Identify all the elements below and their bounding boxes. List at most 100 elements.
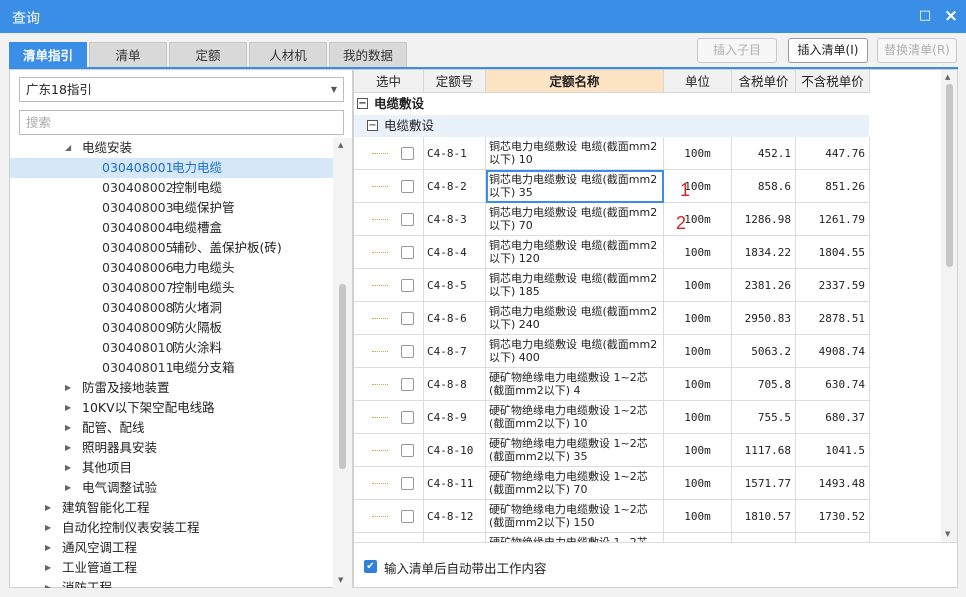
tab-quota[interactable]: 定额 — [169, 42, 247, 68]
cell-unit: 100m — [664, 335, 732, 368]
cell-unit: 100m — [664, 170, 732, 203]
tree-node[interactable]: 030408005 辅砂、盖保护板(砖) — [10, 238, 334, 258]
tree-node[interactable]: 030408010 防火涂料 — [10, 338, 334, 358]
table-row[interactable]: C4-8-4 铜芯电力电缆敷设 电缆(截面mm2以下) 120 100m 1834.2… — [354, 236, 870, 269]
cell-quota-code: C4-8-1 — [424, 137, 486, 170]
caret-right-icon[interactable]: ▶ — [65, 478, 71, 498]
table-row[interactable]: C4-8-9 硬矿物绝缘电力电缆敷设 1~2芯(截面mm2以下) 10 100m 75… — [354, 401, 870, 434]
row-checkbox[interactable] — [401, 411, 414, 424]
insert-child-button[interactable]: 插入子目 — [697, 38, 777, 63]
tree-node[interactable]: 030408003 电缆保护管 — [10, 198, 334, 218]
maximize-icon[interactable]: □ — [916, 7, 934, 25]
tree-node[interactable]: ▶ 照明器具安装 — [10, 438, 334, 458]
tree-node[interactable]: 030408006 电力电缆头 — [10, 258, 334, 278]
table-row[interactable]: C4-8-7 铜芯电力电缆敷设 电缆(截面mm2以下) 400 100m 5063.2… — [354, 335, 870, 368]
scrollbar-thumb[interactable] — [946, 84, 953, 267]
table-row[interactable]: C4-8-2 铜芯电力电缆敷设 电缆(截面mm2以下) 35 100m 858.6 85… — [354, 170, 870, 203]
table-row[interactable]: C4-8-8 硬矿物绝缘电力电缆敷设 1~2芯(截面mm2以下) 4 100m 705… — [354, 368, 870, 401]
left-scrollbar[interactable]: ▲ ▼ — [333, 138, 352, 588]
caret-right-icon[interactable]: ▶ — [45, 498, 51, 518]
caret-right-icon[interactable]: ▶ — [65, 398, 71, 418]
auto-bring-work-content-checkbox[interactable]: ✔ — [364, 560, 377, 573]
caret-right-icon[interactable]: ▶ — [45, 518, 51, 538]
caret-right-icon[interactable]: ▶ — [65, 418, 71, 438]
row-checkbox[interactable] — [401, 246, 414, 259]
caret-down-icon[interactable]: ◢ — [65, 138, 71, 158]
header-select[interactable]: 选中 — [354, 70, 424, 93]
header-quota-name[interactable]: 定额名称 — [486, 70, 664, 93]
collapse-icon[interactable]: − — [357, 98, 368, 109]
tree-connector — [372, 351, 388, 352]
search-input[interactable]: 搜索 — [19, 110, 344, 135]
cell-tax-price: 452.1 — [732, 137, 796, 170]
replace-list-button[interactable]: 替换清单(R) — [877, 38, 957, 63]
group-row-level1[interactable]: − 电缆敷设 — [354, 93, 869, 115]
row-checkbox[interactable] — [401, 312, 414, 325]
cell-notax-price: 680.37 — [796, 401, 870, 434]
group-row-level2[interactable]: − 电缆敷设 — [354, 115, 869, 137]
tree-node[interactable]: ▶ 防雷及接地装置 — [10, 378, 334, 398]
annotation-2: 2 — [676, 213, 687, 233]
tree-node[interactable]: 030408007 控制电缆头 — [10, 278, 334, 298]
tree-node[interactable]: ◢ 电缆安装 — [10, 138, 334, 158]
tree-node[interactable]: ▶ 建筑智能化工程 — [10, 498, 334, 518]
scroll-down-icon[interactable]: ▼ — [945, 530, 950, 538]
footer-bar: ✔ 输入清单后自动带出工作内容 — [354, 542, 957, 587]
tree-node[interactable]: ▶ 电气调整试验 — [10, 478, 334, 498]
caret-right-icon[interactable]: ▶ — [65, 378, 71, 398]
row-checkbox[interactable] — [401, 378, 414, 391]
caret-right-icon[interactable]: ▶ — [65, 438, 71, 458]
tree-node[interactable]: ▶ 自动化控制仪表安装工程 — [10, 518, 334, 538]
scrollbar-thumb[interactable] — [339, 284, 346, 469]
scroll-up-icon[interactable]: ▲ — [338, 141, 343, 149]
row-checkbox[interactable] — [401, 477, 414, 490]
table-row[interactable]: C4-8-6 铜芯电力电缆敷设 电缆(截面mm2以下) 240 100m 2950.8… — [354, 302, 870, 335]
caret-right-icon[interactable]: ▶ — [45, 578, 51, 588]
tree-node[interactable]: 030408011 电缆分支箱 — [10, 358, 334, 378]
scroll-up-icon[interactable]: ▲ — [945, 73, 950, 81]
auto-bring-work-content-label: 输入清单后自动带出工作内容 — [384, 561, 547, 576]
row-checkbox[interactable] — [401, 444, 414, 457]
header-tax-price[interactable]: 含税单价 — [732, 70, 796, 93]
row-checkbox[interactable] — [401, 180, 414, 193]
tree-node[interactable]: ▶ 通风空调工程 — [10, 538, 334, 558]
tab-list-guide[interactable]: 清单指引 — [9, 42, 87, 68]
scroll-down-icon[interactable]: ▼ — [338, 576, 343, 584]
close-icon[interactable]: × — [942, 7, 960, 25]
tree-node[interactable]: 030408008 防火堵洞 — [10, 298, 334, 318]
caret-right-icon[interactable]: ▶ — [45, 558, 51, 578]
tree-node[interactable]: 030408009 防火隔板 — [10, 318, 334, 338]
header-notax-price[interactable]: 不含税单价 — [796, 70, 870, 93]
caret-right-icon[interactable]: ▶ — [65, 458, 71, 478]
tree-node[interactable]: 030408002 控制电缆 — [10, 178, 334, 198]
tree-connector — [372, 153, 388, 154]
header-unit[interactable]: 单位 — [664, 70, 732, 93]
tree-node[interactable]: 030408004 电缆槽盒 — [10, 218, 334, 238]
insert-list-button[interactable]: 插入清单(I) — [788, 38, 868, 63]
tree-node-selected[interactable]: 030408001 电力电缆 — [10, 158, 334, 178]
tab-labor-material[interactable]: 人材机 — [249, 42, 327, 68]
region-select[interactable]: 广东18指引 ▼ — [19, 77, 344, 102]
row-checkbox[interactable] — [401, 213, 414, 226]
table-row[interactable]: C4-8-5 铜芯电力电缆敷设 电缆(截面mm2以下) 185 100m 2381.2… — [354, 269, 870, 302]
tree-node[interactable]: ▶ 其他项目 — [10, 458, 334, 478]
caret-right-icon[interactable]: ▶ — [45, 538, 51, 558]
tab-my-data[interactable]: 我的数据 — [329, 42, 407, 68]
row-checkbox[interactable] — [401, 510, 414, 523]
row-checkbox[interactable] — [401, 279, 414, 292]
collapse-icon[interactable]: − — [367, 120, 378, 131]
header-quota-code[interactable]: 定额号 — [424, 70, 486, 93]
row-checkbox[interactable] — [401, 345, 414, 358]
tree-node[interactable]: ▶ 消防工程 — [10, 578, 334, 588]
right-scrollbar[interactable]: ▲ ▼ — [941, 70, 957, 542]
tree-node[interactable]: ▶ 10KV以下架空配电线路 — [10, 398, 334, 418]
table-row[interactable]: C4-8-10 硬矿物绝缘电力电缆敷设 1~2芯(截面mm2以下) 35 100m 1… — [354, 434, 870, 467]
table-row[interactable]: C4-8-1 铜芯电力电缆敷设 电缆(截面mm2以下) 10 100m 452.1 44… — [354, 137, 870, 170]
tree-node[interactable]: ▶ 配管、配线 — [10, 418, 334, 438]
table-row[interactable]: C4-8-3 铜芯电力电缆敷设 电缆(截面mm2以下) 70 100m 1286.98… — [354, 203, 870, 236]
tab-list[interactable]: 清单 — [89, 42, 167, 68]
table-row[interactable]: C4-8-11 硬矿物绝缘电力电缆敷设 1~2芯(截面mm2以下) 70 100m 1… — [354, 467, 870, 500]
tree-node[interactable]: ▶ 工业管道工程 — [10, 558, 334, 578]
row-checkbox[interactable] — [401, 147, 414, 160]
table-row[interactable]: C4-8-12 硬矿物绝缘电力电缆敷设 1~2芯(截面mm2以下) 150 100m… — [354, 500, 870, 533]
